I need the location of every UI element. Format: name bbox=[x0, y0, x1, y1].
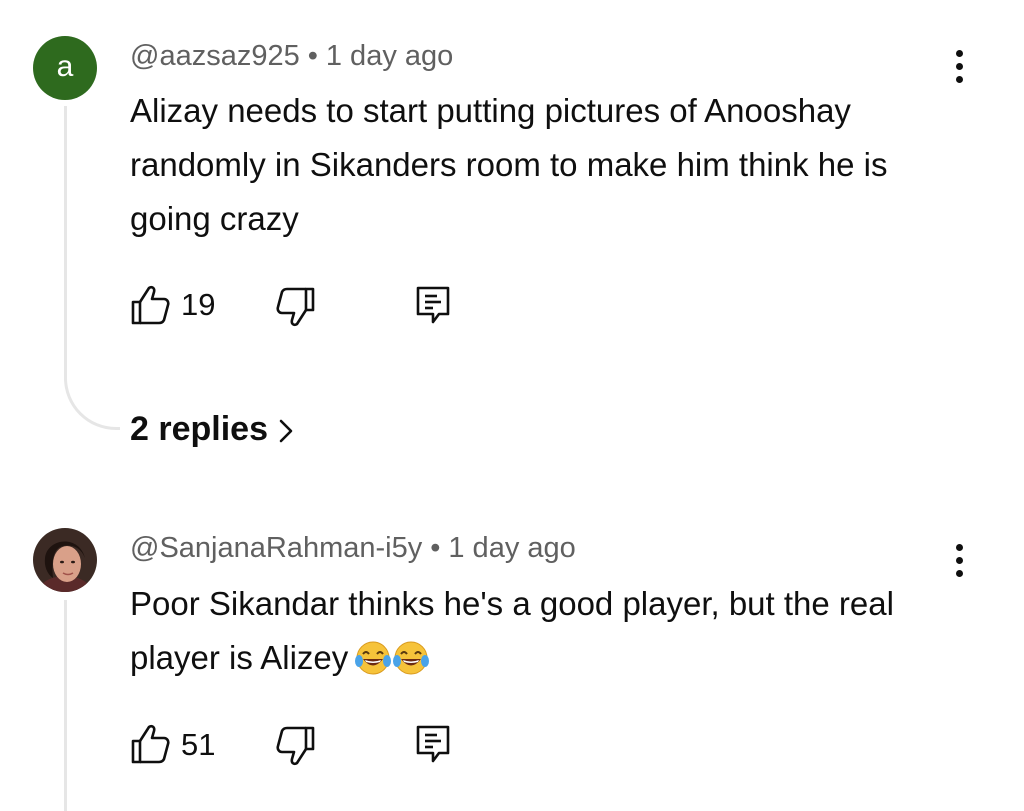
comment-text: Poor Sikandar thinks he's a good player,… bbox=[130, 577, 970, 685]
thumbs-up-icon[interactable] bbox=[130, 723, 170, 765]
meta-separator: • bbox=[430, 532, 441, 564]
like-count: 51 bbox=[181, 727, 216, 762]
thread-line-2 bbox=[64, 600, 67, 811]
comment-timestamp: 1 day ago bbox=[325, 40, 454, 72]
comment-meta: @aazsaz925 • 1 day ago bbox=[130, 40, 453, 73]
comment-body: Poor Sikandar thinks he's a good player,… bbox=[130, 585, 894, 676]
comment-author-handle[interactable]: @aazsaz925 bbox=[130, 40, 300, 72]
view-replies-link[interactable]: 2 replies bbox=[130, 410, 294, 449]
more-vertical-icon[interactable] bbox=[946, 48, 974, 88]
avatar[interactable]: a bbox=[33, 36, 97, 100]
like-count: 19 bbox=[181, 287, 216, 322]
meta-separator: • bbox=[307, 40, 318, 72]
comment-timestamp: 1 day ago bbox=[448, 532, 576, 564]
replies-label: 2 replies bbox=[130, 410, 268, 448]
avatar[interactable] bbox=[33, 528, 97, 592]
reply-comment-icon[interactable] bbox=[415, 285, 451, 325]
thread-line bbox=[64, 106, 67, 374]
more-vertical-icon[interactable] bbox=[946, 542, 974, 582]
comment-text: Alizay needs to start putting pictures o… bbox=[130, 92, 888, 237]
thumbs-down-icon[interactable] bbox=[276, 286, 316, 328]
thumbs-down-icon[interactable] bbox=[276, 725, 316, 767]
reply-comment-icon[interactable] bbox=[415, 724, 451, 764]
comment-author-handle[interactable]: @SanjanaRahman-i5y bbox=[130, 532, 422, 564]
chevron-right-icon bbox=[279, 419, 293, 443]
thread-curve bbox=[64, 370, 120, 430]
thumbs-up-icon[interactable] bbox=[130, 284, 170, 326]
comment-meta: @SanjanaRahman-i5y • 1 day ago bbox=[130, 532, 576, 565]
face-with-tears-of-joy-icon bbox=[355, 641, 392, 675]
face-with-tears-of-joy-icon bbox=[393, 641, 430, 675]
